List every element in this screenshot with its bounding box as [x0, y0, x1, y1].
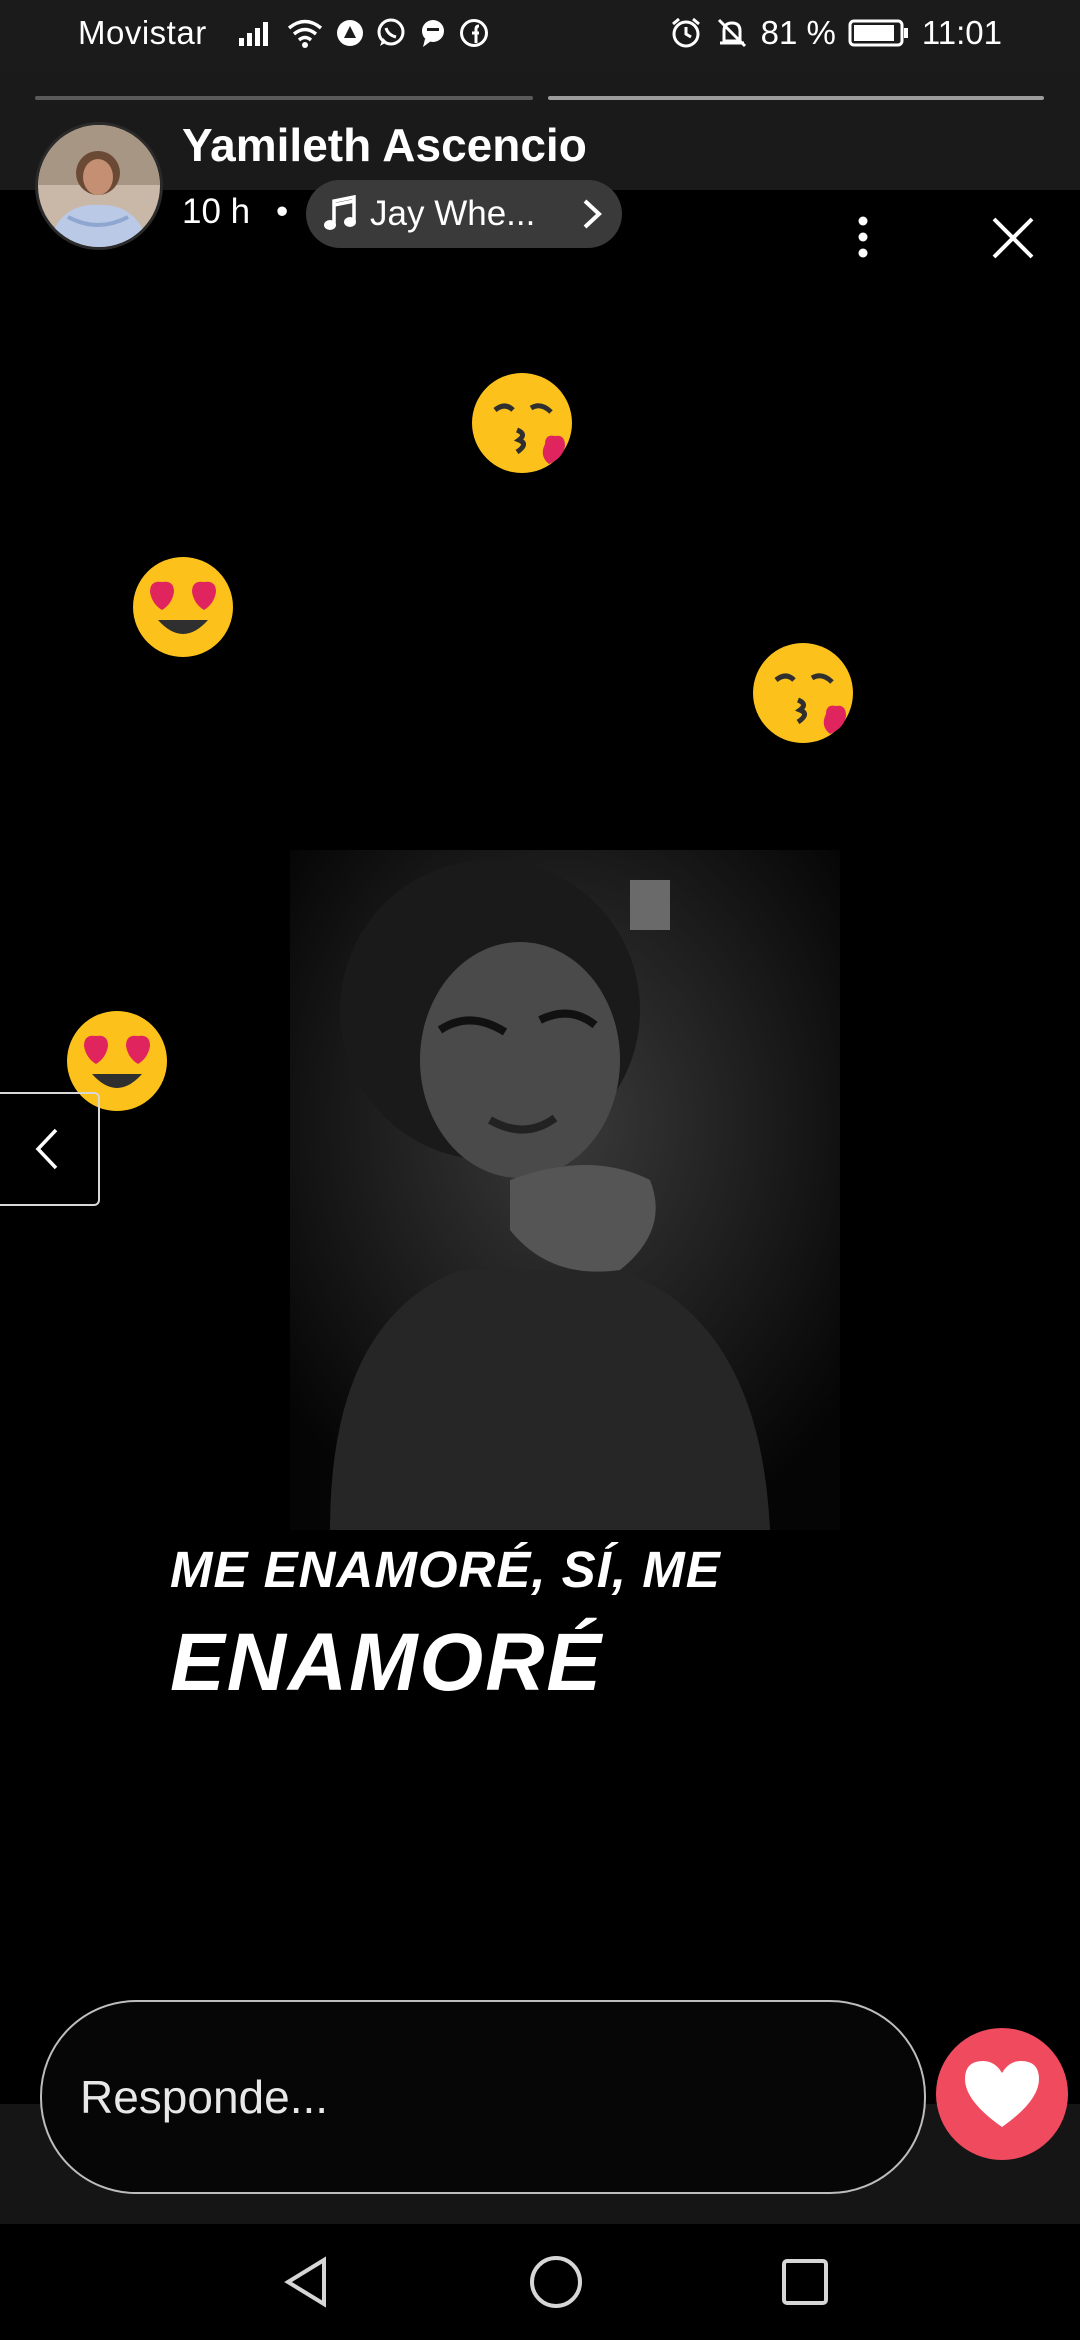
chevron-left-icon — [35, 1128, 58, 1170]
music-sticker-button[interactable]: Jay Whe... — [306, 180, 622, 248]
story-user-name[interactable]: Yamileth Ascencio — [182, 118, 587, 172]
story-progress-bar-active — [548, 96, 1044, 100]
app-icon — [336, 20, 363, 46]
story-progress-bar — [35, 96, 533, 100]
reply-input[interactable]: Responde... — [40, 2000, 926, 2194]
chat-icon — [421, 20, 444, 47]
story-timestamp: 10 h — [182, 192, 251, 231]
story-photo — [290, 850, 840, 1530]
story-caption-line-1: ME ENAMORÉ, SÍ, ME — [170, 1541, 721, 1598]
like-button[interactable] — [936, 2028, 1068, 2160]
separator-dot: • — [276, 192, 289, 231]
chevron-right-icon — [583, 199, 602, 229]
story-caption-line-2: ENAMORÉ — [170, 1617, 604, 1708]
avatar-image — [38, 125, 160, 247]
signal-icon — [238, 22, 268, 46]
whatsapp-icon — [377, 18, 405, 46]
heart-icon — [965, 2061, 1039, 2127]
wifi-icon — [287, 19, 322, 48]
previous-story-button[interactable] — [0, 1092, 100, 1206]
back-nav-icon[interactable] — [280, 2254, 332, 2310]
status-left: Movistar — [78, 14, 489, 52]
avatar[interactable] — [35, 122, 163, 250]
status-icons-left — [237, 17, 489, 49]
close-icon[interactable] — [988, 213, 1038, 263]
clock: 11:01 — [921, 14, 1002, 51]
music-note-icon — [324, 195, 356, 230]
alarm-icon — [671, 17, 700, 48]
more-options-icon[interactable] — [848, 212, 878, 262]
battery-icon — [848, 19, 908, 47]
system-navigation-bar — [0, 2224, 1080, 2340]
music-title: Jay Whe... — [370, 194, 536, 233]
heart-eyes-emoji — [133, 557, 233, 657]
kissing-heart-emoji — [472, 373, 572, 473]
recents-nav-icon[interactable] — [780, 2257, 830, 2307]
home-nav-icon[interactable] — [528, 2254, 584, 2310]
reply-placeholder: Responde... — [80, 2071, 329, 2123]
mute-icon — [717, 18, 746, 48]
status-right: 81 % 11:01 — [669, 14, 1002, 52]
battery-percent: 81 % — [760, 14, 836, 51]
carrier-name: Movistar — [78, 14, 207, 51]
facebook-icon — [459, 19, 488, 47]
kissing-heart-emoji — [753, 643, 853, 743]
